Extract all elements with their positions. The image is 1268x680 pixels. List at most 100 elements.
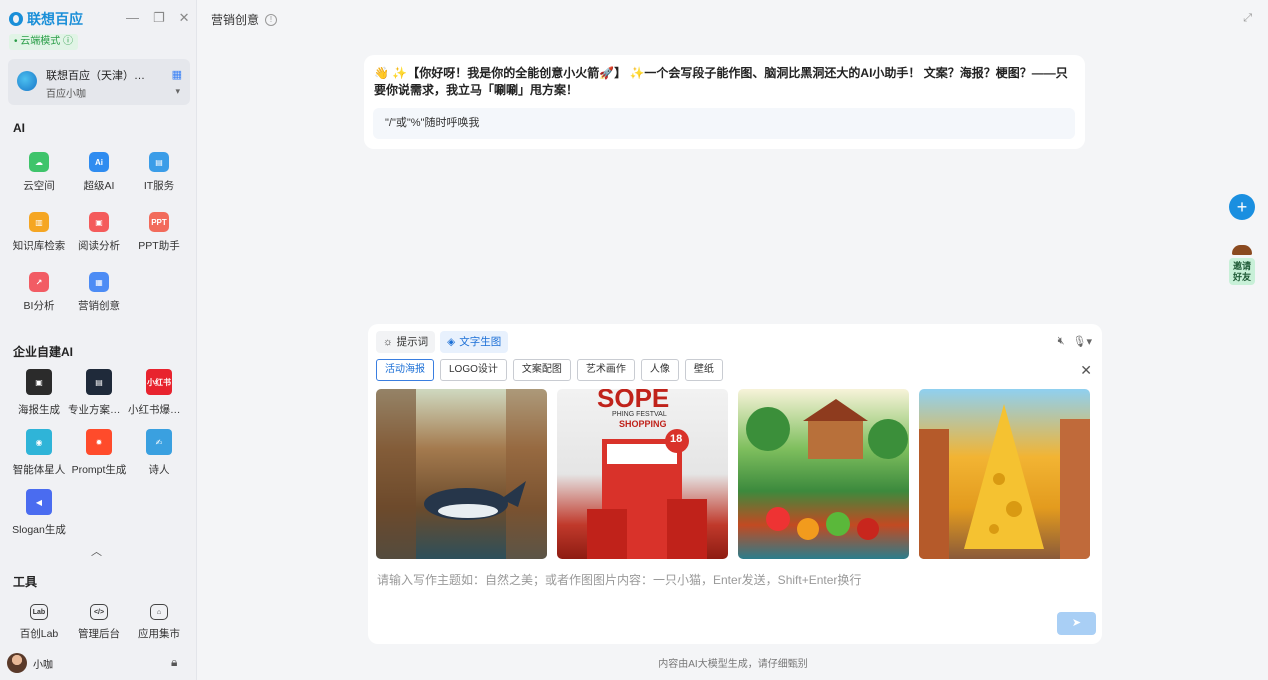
collapse-icon[interactable]: ︿ [91,543,102,559]
tool-app-icon: Lab [30,604,48,620]
enterprise-app-icon: ✍ [146,429,172,455]
account-switcher[interactable]: 联想百应（天津）… 百应小咖 ▦ ▾ [8,59,190,105]
ai-app-3[interactable]: ▥ 知识库检索 [8,212,70,253]
enterprise-app-2[interactable]: 小红书小红书爆款… [128,369,190,417]
ai-app-7[interactable]: ▦ 营销创意 [68,272,130,313]
info-icon[interactable]: ! [265,13,278,26]
new-chat-button[interactable]: + [1229,194,1255,220]
ai-app-icon: ▥ [29,212,49,232]
ai-app-label: 知识库检索 [12,240,66,252]
category-tag[interactable]: 壁纸 [684,359,723,381]
enterprise-app-3[interactable]: ◉ 智能体星人 [8,429,70,477]
ai-app-icon: ▦ [89,272,109,292]
org-avatar [17,71,37,91]
app-logo: 联想百应 [9,9,83,29]
greeting-card: 👋 ✨【你好呀！我是你的全能创意小火箭🚀】 ✨一个会写段子能作图、脑洞比黑洞还大… [364,55,1085,149]
ai-app-icon: ☁ [29,152,49,172]
prompt-input[interactable]: 请输入写作主题如：自然之美；或者作图图片内容：一只小猫，Enter发送，Shif… [377,571,861,588]
ai-app-label: 云空间 [23,180,55,192]
greeting-hint[interactable]: "/"或"%"随时呼唤我 [373,108,1075,139]
user-avatar [7,653,27,673]
enterprise-app-label: Slogan生成 [12,524,66,536]
category-tag[interactable]: 艺术画作 [576,359,635,381]
tab-text-to-image-label: 文字生图 [459,336,502,348]
template-image-whale-street[interactable] [376,389,547,559]
category-tag[interactable]: 活动海报 [376,359,434,381]
expand-icon[interactable]: ⤢ [1243,12,1252,25]
ai-app-6[interactable]: ↗ BI分析 [8,272,70,313]
category-tag[interactable]: 文案配图 [512,359,571,381]
tab-text-to-image[interactable]: ◈ 文字生图 [440,331,509,353]
invite-label: 邀请好友 [1229,258,1255,285]
poster-badge: 18 [670,433,683,445]
close-templates-icon[interactable]: ✕ [1080,362,1092,379]
tool-app-label: 百创Lab [19,628,59,640]
current-user[interactable]: 小咖 [7,653,53,673]
bulb-icon: ☼ [383,336,393,348]
tab-prompt-label: 提示词 [396,336,429,348]
enterprise-app-5[interactable]: ✍ 诗人 [128,429,190,477]
minimize-icon[interactable]: — [126,10,139,26]
enterprise-app-label: 智能体星人 [12,464,66,476]
ai-app-label: IT服务 [143,180,175,192]
ai-app-4[interactable]: ▣ 阅读分析 [68,212,130,253]
composer-tools: 🔇︎ 🎙︎▾ [1058,335,1092,348]
enterprise-app-icon: ▣ [26,369,52,395]
template-image-cheese-street[interactable] [919,389,1090,559]
tab-prompt[interactable]: ☼ 提示词 [376,331,436,353]
tool-app-0[interactable]: Lab 百创Lab [8,604,70,641]
ai-app-2[interactable]: ▤ IT服务 [128,152,190,193]
apps-grid-icon[interactable]: ▦ [172,68,182,81]
category-tag[interactable]: 人像 [640,359,679,381]
enterprise-app-6[interactable]: ◀ Slogan生成 [8,489,70,537]
template-gallery: SOPE PHING FESTVAL SHOPPING 18 [376,389,1090,559]
enterprise-app-icon: ✹ [86,429,112,455]
microphone-icon[interactable]: 🎙︎▾ [1073,335,1093,348]
ai-app-0[interactable]: ☁ 云空间 [8,152,70,193]
ai-app-5[interactable]: PPT PPT助手 [128,212,190,253]
restore-icon[interactable]: ❐ [153,10,165,26]
ai-app-1[interactable]: Ai 超级AI [68,152,130,193]
section-tools-title: 工具 [13,575,38,589]
enterprise-app-1[interactable]: ▤ 专业方案策… [68,369,130,417]
enterprise-app-0[interactable]: ▣ 海报生成 [8,369,70,417]
app-name: 联想百应 [27,11,83,27]
template-image-shopping-poster[interactable]: SOPE PHING FESTVAL SHOPPING 18 [557,389,728,559]
ai-app-icon: Ai [89,152,109,172]
tool-app-1[interactable]: </> 管理后台 [68,604,130,641]
greeting-text: 👋 ✨【你好呀！我是你的全能创意小火箭🚀】 ✨一个会写段子能作图、脑洞比黑洞还大… [374,66,1068,97]
ai-app-label: BI分析 [23,300,55,312]
composer: ☼ 提示词 ◈ 文字生图 🔇︎ 🎙︎▾ 活动海报 LOGO设计 文案配图 艺术画作 人像 壁纸… [368,324,1102,644]
enterprise-app-icon: 小红书 [146,369,172,395]
cloud-mode-badge[interactable]: • 云端模式 ⓘ [9,34,79,50]
category-tags: 活动海报 LOGO设计 文案配图 艺术画作 人像 壁纸 [376,359,723,381]
ai-app-label: 阅读分析 [78,240,120,252]
ai-app-label: 超级AI [83,180,115,192]
enterprise-app-icon: ◉ [26,429,52,455]
invite-friends-button[interactable]: 邀请好友 [1229,245,1255,285]
template-image-fruit-village[interactable] [738,389,909,559]
main-panel: 营销创意! ⤢ 👋 ✨【你好呀！我是你的全能创意小火箭🚀】 ✨一个会写段子能作图… [198,0,1268,680]
close-icon[interactable]: ✕ [179,10,190,26]
chevron-down-icon[interactable]: ▾ [175,86,180,97]
footer-disclaimer: 内容由AI大模型生成，请仔细甄别 [658,659,808,670]
speaker-mute-icon[interactable]: 🔇︎ [1058,335,1065,348]
cloud-mode-label: 云端模式 [20,36,61,47]
enterprise-app-label: 小红书爆款… [128,404,190,416]
enterprise-app-label: 专业方案策… [68,404,130,416]
category-tag[interactable]: LOGO设计 [440,359,507,381]
enterprise-app-4[interactable]: ✹ Prompt生成 [68,429,130,477]
ai-app-icon: ▣ [89,212,109,232]
mode-tabs: ☼ 提示词 ◈ 文字生图 [376,331,509,353]
tool-app-2[interactable]: ⌂ 应用集市 [128,604,190,641]
enterprise-app-label: Prompt生成 [71,464,127,476]
window-controls: — ❐ ✕ [126,10,190,26]
ai-app-label: PPT助手 [138,240,180,252]
enterprise-app-icon: ▤ [86,369,112,395]
org-name: 联想百应（天津）… [46,70,145,82]
send-button[interactable]: ➤ [1057,612,1096,635]
lock-icon[interactable]: 🔒︎ [171,655,177,670]
poster-shop: SHOPPING [619,419,667,429]
tool-app-icon: </> [90,604,108,620]
ai-app-icon: ↗ [29,272,49,292]
